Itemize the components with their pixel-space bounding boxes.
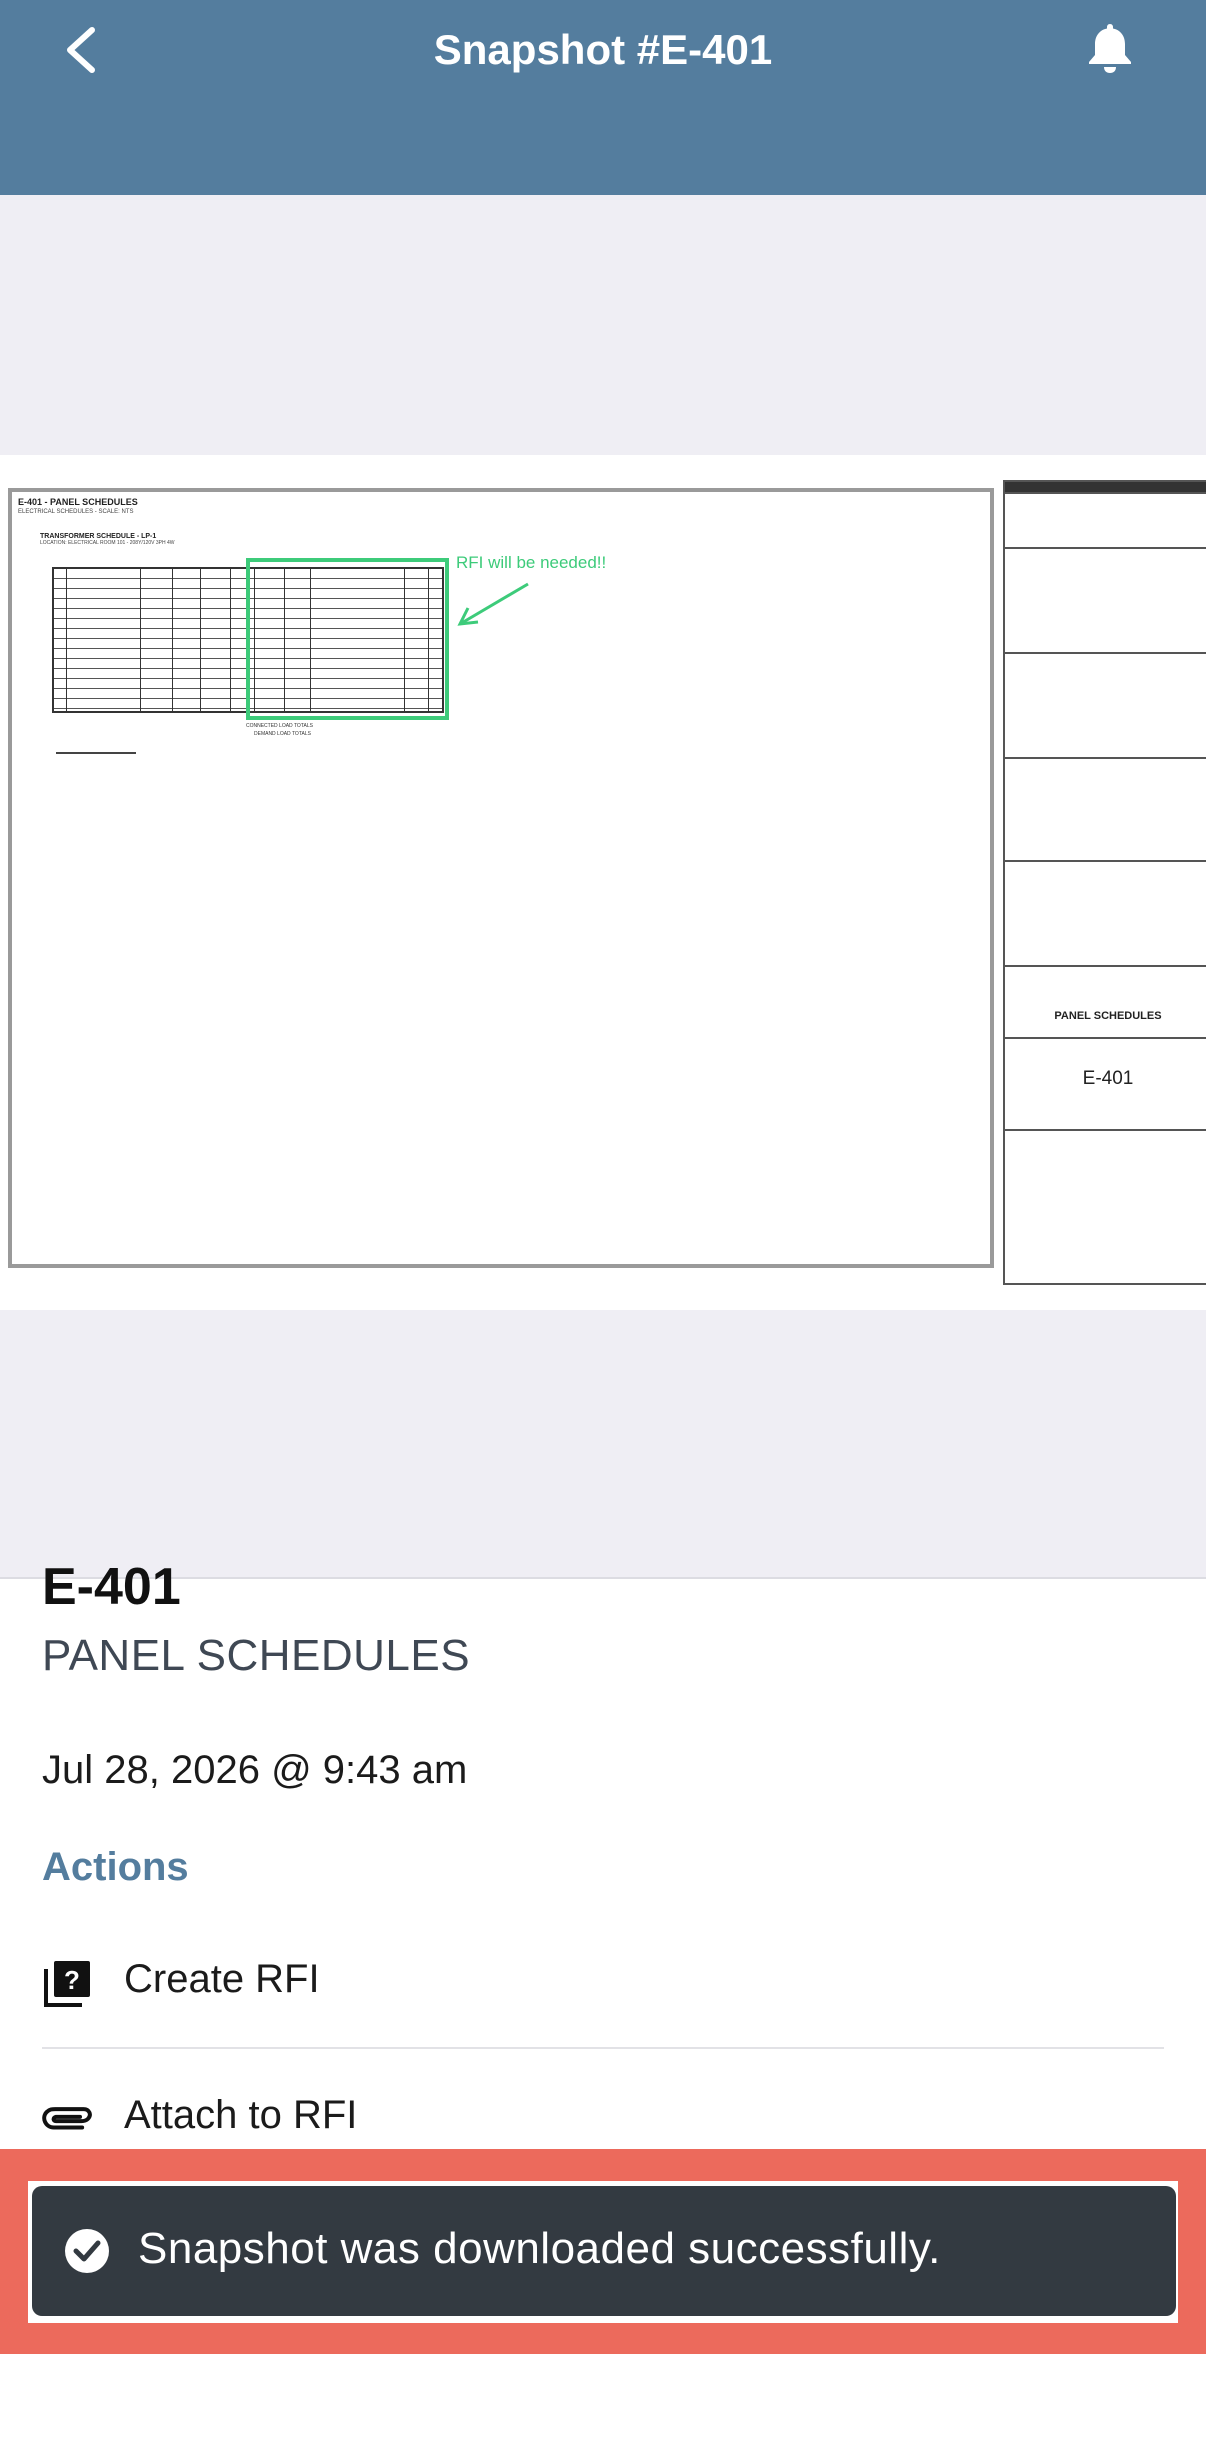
- drawing-heading: E-401 - PANEL SCHEDULES: [18, 497, 138, 507]
- notifications-button[interactable]: [1082, 18, 1138, 78]
- rfi-question-icon: ?: [44, 1961, 90, 2007]
- attach-to-rfi-label: Attach to RFI: [124, 2093, 358, 2137]
- drawing-note: [56, 752, 136, 754]
- schedule-table-title: TRANSFORMER SCHEDULE - LP-1: [40, 533, 157, 540]
- snapshot-timestamp: Jul 28, 2026 @ 9:43 am: [42, 1748, 468, 1792]
- table-footnote: CONNECTED LOAD TOTALS: [246, 723, 313, 729]
- toast-message: Snapshot was downloaded successfully.: [138, 2224, 941, 2273]
- drawing-sheet-image[interactable]: E-401 - PANEL SCHEDULES ELECTRICAL SCHED…: [0, 455, 1206, 1310]
- sheet-title: PANEL SCHEDULES: [42, 1631, 471, 1680]
- page-title: Snapshot #E-401: [433, 26, 773, 73]
- drawing-header: E-401 - PANEL SCHEDULES ELECTRICAL SCHED…: [18, 497, 218, 567]
- sheet-number: E-401: [42, 1558, 181, 1616]
- drawing-title-block: PANEL SCHEDULES E-401: [1003, 480, 1206, 1285]
- schedule-table-subtitle: LOCATION: ELECTRICAL ROOM 101 - 208Y/120…: [40, 540, 175, 546]
- bell-icon: [1089, 24, 1131, 73]
- markup-annotation: RFI will be needed!!: [456, 553, 607, 572]
- table-footnote-2: DEMAND LOAD TOTALS: [254, 731, 311, 737]
- paperclip-icon: [42, 2107, 92, 2130]
- app-header: Snapshot #E-401: [0, 0, 1206, 195]
- drawing-subheading: ELECTRICAL SCHEDULES - SCALE: NTS: [18, 509, 134, 515]
- create-rfi-action[interactable]: ? Create RFI: [42, 1929, 1164, 2029]
- create-rfi-label: Create RFI: [124, 1957, 320, 2001]
- markup-rectangle: [246, 558, 449, 720]
- check-circle-icon: [65, 2229, 109, 2273]
- actions-heading: Actions: [42, 1845, 189, 1889]
- svg-text:?: ?: [64, 1965, 80, 1995]
- action-divider: [42, 2047, 1164, 2049]
- title-block-sheet-number: E-401: [1082, 1068, 1134, 1089]
- markup-arrow-icon: [457, 582, 529, 626]
- download-success-toast[interactable]: Snapshot was downloaded successfully.: [32, 2186, 1176, 2316]
- title-block-sheet-title: PANEL SCHEDULES: [1054, 1010, 1162, 1022]
- snapshot-viewer[interactable]: E-401 - PANEL SCHEDULES ELECTRICAL SCHED…: [0, 195, 1206, 1577]
